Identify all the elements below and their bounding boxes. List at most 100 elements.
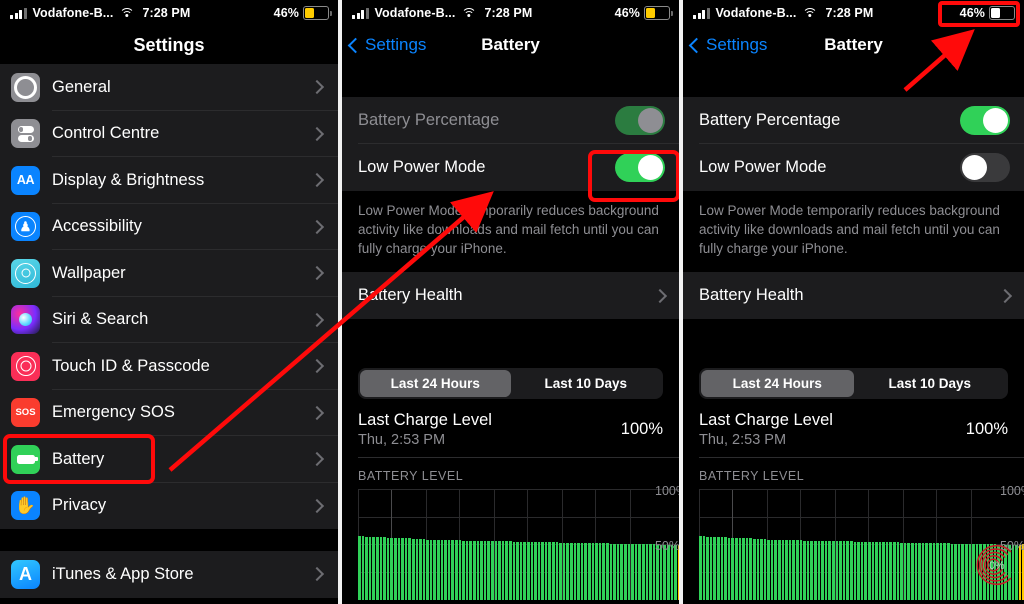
chart-bar — [605, 543, 609, 600]
chart-bar — [444, 539, 447, 600]
sidebar-item-display-brightness[interactable]: AA Display & Brightness — [0, 157, 338, 204]
chart-bar — [469, 540, 472, 600]
chart-bar — [1015, 545, 1018, 600]
row-battery-percentage[interactable]: Battery Percentage — [683, 97, 1024, 144]
chart-bar — [781, 539, 785, 600]
battery-percentage-label: Battery Percentage — [699, 111, 841, 129]
chart-bar — [979, 544, 982, 600]
time-range-segmented-control[interactable]: Last 24 Hours Last 10 Days — [699, 368, 1008, 399]
chart-bar — [839, 541, 842, 600]
chart-bar — [627, 543, 631, 600]
chart-bar — [796, 540, 799, 600]
segment-last-10-days[interactable]: Last 10 Days — [854, 370, 1007, 397]
chart-bar — [573, 542, 577, 600]
chart-bars — [358, 536, 679, 600]
siri-icon — [11, 305, 40, 335]
sidebar-item-itunes-app-store[interactable]: AiTunes & App Store — [0, 551, 338, 598]
sidebar-item-accessibility[interactable]: ♟ Accessibility — [0, 203, 338, 250]
chart-bar — [831, 541, 835, 600]
chart-bar — [588, 543, 591, 600]
chart-bar — [925, 543, 928, 600]
row-low-power-mode[interactable]: Low Power Mode — [683, 144, 1024, 191]
chart-bar — [505, 541, 508, 600]
low-power-mode-toggle[interactable] — [960, 153, 1010, 182]
battery-level-chart: 100% 50% — [699, 484, 1024, 600]
back-button[interactable]: Settings — [342, 35, 426, 55]
status-bar-left: Vodafone-B... 7:28 PM 46% — [0, 0, 338, 26]
last-charge-time: Thu, 2:53 PM — [358, 432, 446, 448]
row-battery-health[interactable]: Battery Health — [342, 272, 679, 319]
chart-bar — [451, 540, 455, 600]
chart-bar — [857, 541, 860, 600]
sidebar-item-battery[interactable]: Battery — [0, 436, 338, 483]
last-charge-level-row: Last Charge Level Thu, 2:53 PM 100% — [683, 399, 1024, 458]
row-battery-percentage[interactable]: Battery Percentage — [342, 97, 679, 144]
sidebar-item-general[interactable]: General — [0, 64, 338, 111]
screenshot-stage: Vodafone-B... 7:28 PM 46% Settings Gener… — [0, 0, 1024, 604]
chart-bar — [1018, 545, 1022, 600]
battery-percent-label: 46% — [614, 6, 640, 20]
chart-bar — [641, 544, 645, 600]
segment-last-24-hours[interactable]: Last 24 Hours — [701, 370, 854, 397]
chevron-right-icon — [309, 567, 325, 582]
sidebar-item-label: Emergency SOS — [52, 403, 175, 422]
chart-bar — [437, 539, 440, 600]
battery-percentage-toggle[interactable] — [960, 106, 1010, 135]
back-button[interactable]: Settings — [683, 35, 767, 55]
chart-bar — [537, 542, 541, 600]
battery-percentage-toggle[interactable] — [615, 106, 665, 135]
chart-bar — [821, 540, 824, 600]
chart-bar — [501, 541, 505, 600]
chart-bar — [465, 540, 469, 600]
chart-bar — [447, 540, 451, 600]
chevron-right-icon — [309, 405, 325, 420]
chart-bar — [990, 544, 993, 600]
segment-last-24-hours[interactable]: Last 24 Hours — [360, 370, 511, 397]
chart-bar — [1008, 544, 1011, 600]
cellular-bars-icon — [352, 7, 369, 19]
sidebar-item-control-centre[interactable]: Control Centre — [0, 110, 338, 157]
chart-bar — [860, 541, 864, 600]
chart-bar — [411, 538, 415, 600]
chart-bar — [957, 543, 961, 600]
chart-bar — [645, 544, 649, 600]
low-power-mode-toggle[interactable] — [615, 153, 665, 182]
chart-bar — [961, 543, 964, 600]
chart-bar — [893, 542, 896, 600]
chart-ylabel-50: 50% — [654, 539, 679, 553]
chart-bar — [361, 536, 365, 600]
last-charge-label: Last Charge Level — [699, 411, 833, 429]
chart-bar — [595, 543, 598, 600]
chart-bar — [749, 538, 752, 600]
sidebar-item-wallpaper[interactable]: Wallpaper — [0, 250, 338, 297]
row-battery-health[interactable]: Battery Health — [683, 272, 1024, 319]
chart-bar — [368, 536, 372, 600]
chart-bar — [767, 539, 770, 600]
row-low-power-mode[interactable]: Low Power Mode — [342, 144, 679, 191]
sidebar-item-siri-search[interactable]: Siri & Search — [0, 296, 338, 343]
chart-bar — [415, 538, 419, 600]
chart-bar — [907, 542, 911, 600]
chart-bar — [480, 540, 483, 600]
time-range-segmented-control[interactable]: Last 24 Hours Last 10 Days — [358, 368, 663, 399]
carrier-label: Vodafone-B... — [32, 6, 114, 20]
chevron-right-icon — [309, 452, 325, 467]
sidebar-item-touch-id-passcode[interactable]: Touch ID & Passcode — [0, 343, 338, 390]
segment-last-10-days[interactable]: Last 10 Days — [511, 370, 662, 397]
low-power-mode-description: Low Power Mode temporarily reduces backg… — [683, 191, 1024, 272]
chart-bar — [724, 537, 727, 600]
sidebar-item-privacy[interactable]: ✋ Privacy — [0, 482, 338, 529]
chart-bar — [921, 543, 925, 600]
chart-bar — [401, 538, 404, 600]
chart-bar — [774, 539, 778, 600]
chart-bar — [738, 538, 742, 600]
chart-bar — [365, 536, 368, 600]
privacy-hand-icon: ✋ — [11, 491, 40, 521]
section-gap-2 — [683, 319, 1024, 356]
sidebar-item-emergency-sos[interactable]: SOS Emergency SOS — [0, 389, 338, 436]
chart-bar — [516, 541, 519, 600]
chart-bar — [968, 543, 972, 600]
chart-bar — [566, 542, 570, 600]
chart-bar — [455, 540, 458, 600]
battery-level-chart-section: BATTERY LEVEL 100% 50% — [342, 458, 679, 600]
